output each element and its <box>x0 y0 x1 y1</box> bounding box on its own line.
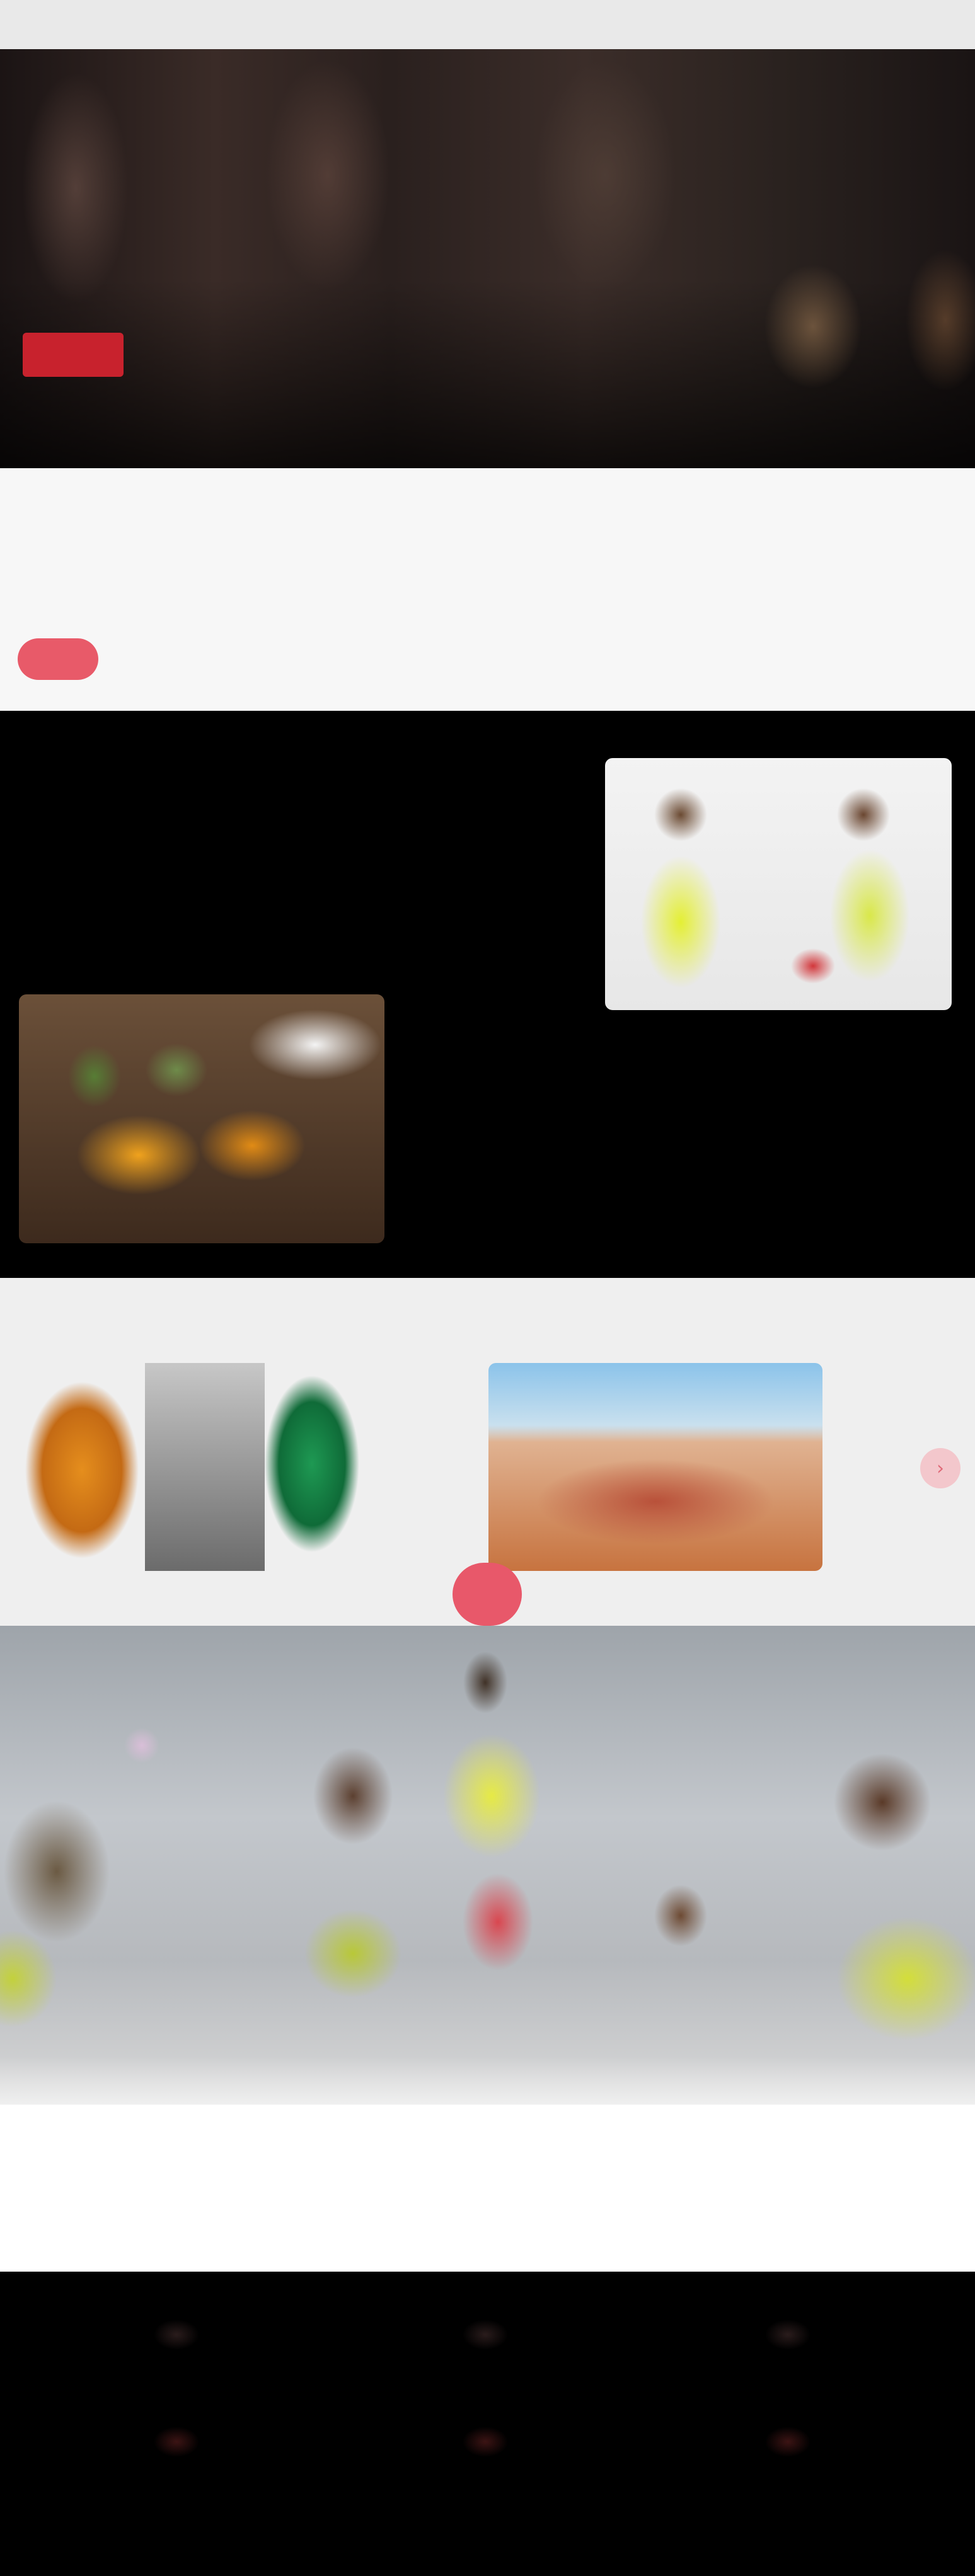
footer-icon[interactable] <box>148 2423 205 2461</box>
projects-section: › <box>0 1278 975 1626</box>
project-card-2[interactable] <box>488 1363 822 1571</box>
intro-read-more-button[interactable] <box>18 638 98 680</box>
news-item-1-image[interactable] <box>605 758 952 1010</box>
footer-column-1 <box>82 2316 271 2461</box>
hero-cta-button[interactable] <box>23 333 124 377</box>
volunteers-photo <box>0 1626 975 2105</box>
project-card-1-image-part <box>25 1363 145 1571</box>
hero-image <box>0 49 975 468</box>
site-footer <box>0 2272 975 2576</box>
news-section <box>0 711 975 1278</box>
signup-section <box>0 2105 975 2272</box>
carousel-next-button[interactable]: › <box>920 1448 961 1488</box>
intro-section <box>0 468 975 711</box>
footer-icon[interactable] <box>457 2423 514 2461</box>
chevron-right-icon: › <box>937 1457 944 1480</box>
footer-icon[interactable] <box>457 2316 514 2354</box>
footer-icon[interactable] <box>759 2423 816 2461</box>
project-card-1[interactable] <box>25 1363 359 1571</box>
projects-more-button[interactable] <box>453 1563 522 1626</box>
hero-banner <box>0 49 975 468</box>
footer-icon[interactable] <box>148 2316 205 2354</box>
footer-column-3 <box>693 2316 882 2461</box>
project-card-1-image-part <box>145 1363 265 1571</box>
footer-icon[interactable] <box>759 2316 816 2354</box>
footer-column-2 <box>391 2316 580 2461</box>
news-item-2-image[interactable] <box>19 994 384 1243</box>
project-card-1-image-part <box>265 1363 359 1571</box>
top-bar <box>0 0 975 49</box>
